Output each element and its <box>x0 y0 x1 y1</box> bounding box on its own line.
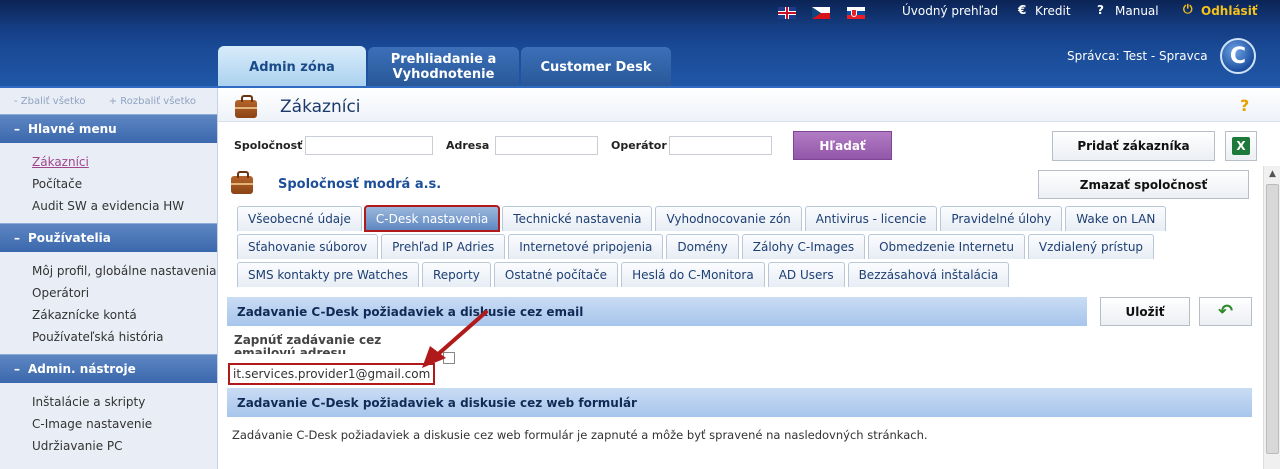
manager-info: Správca: Test - Spravca <box>1067 49 1208 63</box>
page-header: Zákazníci ? <box>218 88 1280 122</box>
tab-ip-addresses[interactable]: Prehľad IP Adries <box>381 234 506 259</box>
tab-domains[interactable]: Domény <box>666 234 739 259</box>
tab-ad-users[interactable]: AD Users <box>767 262 845 287</box>
power-icon: ⏻ <box>1183 2 1193 16</box>
tab-general[interactable]: Všeobecné údaje <box>237 206 362 231</box>
sidebar-section-main[interactable]: Hlavné menu <box>0 114 217 143</box>
undo-arrow-icon: ↶ <box>1217 301 1234 322</box>
search-button[interactable]: Hľadať <box>793 131 892 160</box>
company-title: Spoločnosť modrá a.s. <box>278 177 442 192</box>
collapse-all-link[interactable]: - Zbaliť všetko <box>14 96 96 107</box>
add-customer-button[interactable]: Pridať zákazníka <box>1052 131 1215 161</box>
tab-cdesk-settings[interactable]: C-Desk nastavenia <box>363 205 501 232</box>
tab-other-computers[interactable]: Ostatné počítače <box>493 262 619 287</box>
manager-label: Správca: <box>1067 49 1120 63</box>
sidebar-item-operators[interactable]: Operátori <box>32 282 217 304</box>
sidebar-item-installations[interactable]: Inštalácie a skripty <box>32 391 217 413</box>
sidebar-tools: - Zbaliť všetko + Rozbaliť všetko <box>0 88 217 114</box>
tab-technical[interactable]: Technické nastavenia <box>502 206 653 231</box>
tab-remote-access[interactable]: Vzdialený prístup <box>1027 234 1155 259</box>
excel-icon: X <box>1232 137 1250 155</box>
logout-link[interactable]: Odhlásiť <box>1201 4 1258 18</box>
sidebar-section-users[interactable]: Používatelia <box>0 223 217 252</box>
tab-downloads[interactable]: Sťahovanie súborov <box>237 234 379 259</box>
back-arrow-button[interactable]: ↶ <box>1199 297 1252 326</box>
web-section-description: Zadávanie C-Desk požiadaviek a diskusie … <box>232 428 928 442</box>
home-link[interactable]: Úvodný prehľad <box>902 4 998 18</box>
delete-company-button[interactable]: Zmazať spoločnosť <box>1038 170 1249 199</box>
company-label: Spoločnosť <box>234 139 303 152</box>
subtab-row-3: SMS kontakty pre Watches Reporty Ostatné… <box>237 262 1012 288</box>
help-icon: ? <box>1097 3 1104 17</box>
email-address-value: it.services.provider1@gmail.com <box>228 363 436 385</box>
tab-wake-on-lan[interactable]: Wake on LAN <box>1065 206 1167 231</box>
briefcase-icon <box>235 95 257 118</box>
page-title: Zákazníci <box>280 97 361 117</box>
sidebar-item-audit[interactable]: Audit SW a evidencia HW <box>32 195 217 217</box>
manual-link[interactable]: Manual <box>1115 4 1159 18</box>
tab-reports[interactable]: Reporty <box>421 262 491 287</box>
tab-regular-tasks[interactable]: Pravidelné úlohy <box>940 206 1063 231</box>
sidebar-item-customer-accounts[interactable]: Zákaznícke kontá <box>32 304 217 326</box>
detail-panel: Spoločnosť modrá a.s. Zmazať spoločnosť … <box>218 166 1280 469</box>
tab-cimage-backups[interactable]: Zálohy C-Images <box>741 234 866 259</box>
tab-prehliadanie[interactable]: Prehliadanie a Vyhodnotenie <box>368 47 519 87</box>
excel-export-button[interactable]: X <box>1225 131 1257 161</box>
kredit-link[interactable]: Kredit <box>1035 4 1071 18</box>
tab-internet-restriction[interactable]: Obmedzenie Internetu <box>868 234 1025 259</box>
sk-flag-icon[interactable] <box>847 7 865 19</box>
email-enable-label: Zapnúť zadávanie cez emailovú adresu <box>234 334 382 354</box>
address-input[interactable] <box>495 136 598 155</box>
en-flag-icon[interactable] <box>778 7 796 19</box>
euro-icon: € <box>1018 3 1027 17</box>
expand-all-link[interactable]: + Rozbaliť všetko <box>109 96 206 107</box>
subtab-row-2: Sťahovanie súborov Prehľad IP Adries Int… <box>237 234 1157 260</box>
company-input[interactable] <box>305 136 433 155</box>
scroll-up-icon[interactable]: ▲ <box>1264 166 1280 183</box>
filter-bar: Spoločnosť Adresa Operátor Hľadať Pridať… <box>218 128 1280 162</box>
top-header: Úvodný prehľad € Kredit ? Manual ⏻ Odhlá… <box>0 0 1280 88</box>
sidebar-item-zakaznici[interactable]: Zákazníci <box>32 151 217 173</box>
scroll-thumb[interactable] <box>1266 184 1279 454</box>
vertical-scrollbar[interactable]: ▲ <box>1263 166 1280 469</box>
tab-antivirus[interactable]: Antivirus - licencie <box>804 206 938 231</box>
manager-name: Test - Spravca <box>1123 49 1208 63</box>
address-label: Adresa <box>446 139 490 152</box>
sidebar-item-user-history[interactable]: Používateľská história <box>32 326 217 348</box>
app-logo-icon: C <box>1220 38 1256 74</box>
subtab-row-1: Všeobecné údaje C-Desk nastavenia Techni… <box>237 205 1169 232</box>
utility-bar: Úvodný prehľad € Kredit ? Manual ⏻ Odhlá… <box>0 0 1280 24</box>
main-content: Zákazníci ? Spoločnosť Adresa Operátor H… <box>217 88 1280 469</box>
company-briefcase-icon <box>231 171 253 194</box>
tab-cmonitor-passwords[interactable]: Heslá do C-Monitora <box>621 262 765 287</box>
email-section-header: Zadavanie C-Desk požiadaviek a diskusie … <box>227 297 1087 326</box>
tab-admin-zone[interactable]: Admin zóna <box>218 46 366 88</box>
tab-silent-install[interactable]: Bezzásahová inštalácia <box>847 262 1010 287</box>
sidebar-item-profile[interactable]: Môj profil, globálne nastavenia <box>32 260 217 282</box>
tab-sms-contacts[interactable]: SMS kontakty pre Watches <box>237 262 419 287</box>
sidebar-item-maintenance[interactable]: Udržiavanie PC <box>32 435 217 457</box>
help-question-icon[interactable]: ? <box>1240 96 1249 115</box>
sidebar-item-cimage[interactable]: C-Image nastavenie <box>32 413 217 435</box>
sidebar-section-admin-tools[interactable]: Admin. nástroje <box>0 354 217 383</box>
save-button[interactable]: Uložiť <box>1100 297 1190 326</box>
tab-zones[interactable]: Vyhodnocovanie zón <box>655 206 802 231</box>
operator-input[interactable] <box>669 136 772 155</box>
sidebar-item-pocitace[interactable]: Počítače <box>32 173 217 195</box>
email-enable-checkbox[interactable] <box>443 352 455 364</box>
tab-customer-desk[interactable]: Customer Desk <box>521 47 671 87</box>
sidebar: - Zbaliť všetko + Rozbaliť všetko Hlavné… <box>0 88 217 469</box>
web-section-header: Zadavanie C-Desk požiadaviek a diskusie … <box>227 388 1252 417</box>
cz-flag-icon[interactable] <box>812 7 830 19</box>
operator-label: Operátor <box>611 139 667 152</box>
tab-internet-connections[interactable]: Internetové pripojenia <box>508 234 664 259</box>
